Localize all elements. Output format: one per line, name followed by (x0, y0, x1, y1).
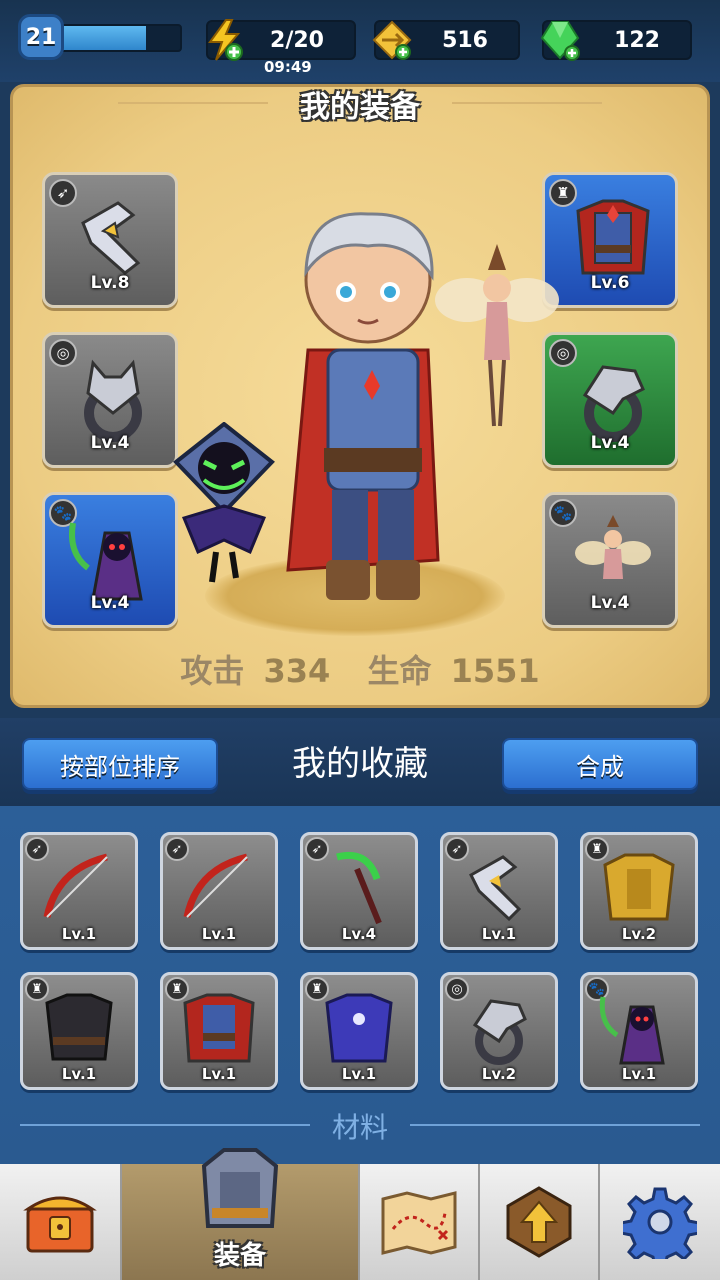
item-level: Lv.1 (481, 925, 517, 943)
boomerang-icon (81, 201, 141, 275)
gold-counter[interactable]: 516 (372, 20, 520, 60)
collection-item[interactable]: ♜ Lv.1 (20, 972, 138, 1090)
equip-slot-armor[interactable]: ♜ Lv.6 (542, 172, 678, 308)
black-vest-icon (45, 993, 113, 1061)
treasure-chest-icon (23, 1196, 97, 1253)
slot-level: Lv.4 (90, 433, 130, 453)
energy-timer: 09:49 (264, 58, 312, 76)
armor-helmet-icon (201, 1148, 279, 1228)
energy-value: 2/20 (270, 28, 324, 53)
gem-icon (536, 16, 584, 64)
item-level: Lv.1 (621, 1065, 657, 1083)
equip-slot-pet-1[interactable]: 🐾 Lv.4 (42, 492, 178, 628)
nav-equipment-label: 装备 (213, 1241, 266, 1271)
nav-equipment[interactable]: 装备 (122, 1148, 360, 1280)
gold-icon (368, 16, 416, 64)
boomerang-icon (469, 855, 522, 922)
eagle-ring-icon (472, 999, 527, 1065)
nav-settings[interactable] (600, 1164, 720, 1280)
slot-level: Lv.4 (90, 593, 130, 613)
gem-value: 122 (614, 28, 660, 53)
energy-icon (200, 16, 248, 64)
hp-label: 生命 (367, 652, 432, 690)
caped-vest-icon (183, 993, 255, 1063)
item-level: Lv.1 (61, 1065, 97, 1083)
materials-divider: 材料 (20, 1104, 700, 1144)
nav-map[interactable] (360, 1164, 480, 1280)
merge-button[interactable]: 合成 (502, 738, 698, 790)
fairy-pet-model (435, 244, 559, 427)
gem-counter[interactable]: 122 (540, 20, 692, 61)
materials-label: 材料 (331, 1111, 388, 1144)
item-level: Lv.1 (201, 925, 237, 943)
slot-level: Lv.4 (590, 433, 630, 453)
collection-item[interactable]: ◎ Lv.2 (440, 972, 558, 1090)
item-level: Lv.2 (481, 1065, 517, 1083)
player-level[interactable]: 21 (18, 14, 186, 60)
caped-vest-icon (576, 199, 650, 275)
reaper-pet-model (173, 422, 275, 583)
collection-item[interactable]: ➶ Lv.4 (300, 832, 418, 950)
reaper-pet-icon (599, 996, 665, 1065)
sort-by-slot-button[interactable]: 按部位排序 (22, 738, 218, 790)
scythe-icon (336, 851, 382, 925)
eagle-ring-icon (582, 365, 645, 442)
item-level: Lv.2 (621, 925, 657, 943)
equip-slot-ring-1[interactable]: ◎ Lv.4 (42, 332, 178, 468)
slot-level: Lv.6 (590, 273, 630, 293)
nav-shop[interactable] (0, 1164, 122, 1280)
gear-icon (623, 1187, 697, 1259)
attack-value: 334 (263, 652, 331, 690)
collection-item[interactable]: ♜ Lv.1 (300, 972, 418, 1090)
collection-item[interactable]: 🐾 Lv.1 (580, 972, 698, 1090)
collection-item[interactable]: ♜ Lv.1 (160, 972, 278, 1090)
upgrade-arrow-icon (506, 1186, 572, 1258)
red-bow-icon (43, 853, 108, 918)
attack-label: 攻击 (180, 652, 245, 690)
equip-slot-weapon[interactable]: ➶ Lv.8 (42, 172, 178, 308)
hp-value: 1551 (450, 652, 540, 690)
collection-item[interactable]: ➶ Lv.1 (20, 832, 138, 950)
reaper-pet-icon (69, 522, 143, 601)
hero-stats: 攻击 334 生命 1551 (0, 646, 720, 692)
collection-item[interactable]: ♜ Lv.2 (580, 832, 698, 950)
wolf-ring-icon (84, 359, 142, 442)
fairy-pet-icon (575, 515, 651, 579)
mage-robe-icon (325, 993, 393, 1063)
bottom-nav: 装备 (0, 1148, 720, 1280)
materials-line-right (410, 1124, 700, 1126)
level-badge: 21 (18, 14, 64, 60)
collection-item[interactable]: ➶ Lv.1 (440, 832, 558, 950)
item-level: Lv.1 (341, 1065, 377, 1083)
nav-upgrade[interactable] (480, 1164, 600, 1280)
equipment-title: 我的装备 (300, 90, 420, 125)
item-level: Lv.1 (201, 1065, 237, 1083)
top-bar: 21 2/20 09:49 516 122 (0, 0, 720, 82)
slot-level: Lv.8 (90, 273, 130, 293)
item-level: Lv.1 (61, 925, 97, 943)
red-bow-icon (183, 853, 248, 918)
gold-armor-icon (603, 853, 675, 921)
equip-slot-pet-2[interactable]: 🐾 Lv.4 (542, 492, 678, 628)
energy-counter[interactable]: 2/20 (206, 19, 356, 61)
item-level: Lv.4 (341, 925, 377, 943)
equip-slot-ring-2[interactable]: ◎ Lv.4 (542, 332, 678, 468)
collection-item[interactable]: ➶ Lv.1 (160, 832, 278, 950)
gold-value: 516 (442, 28, 488, 53)
map-icon (381, 1191, 457, 1255)
slot-level: Lv.4 (590, 593, 630, 613)
